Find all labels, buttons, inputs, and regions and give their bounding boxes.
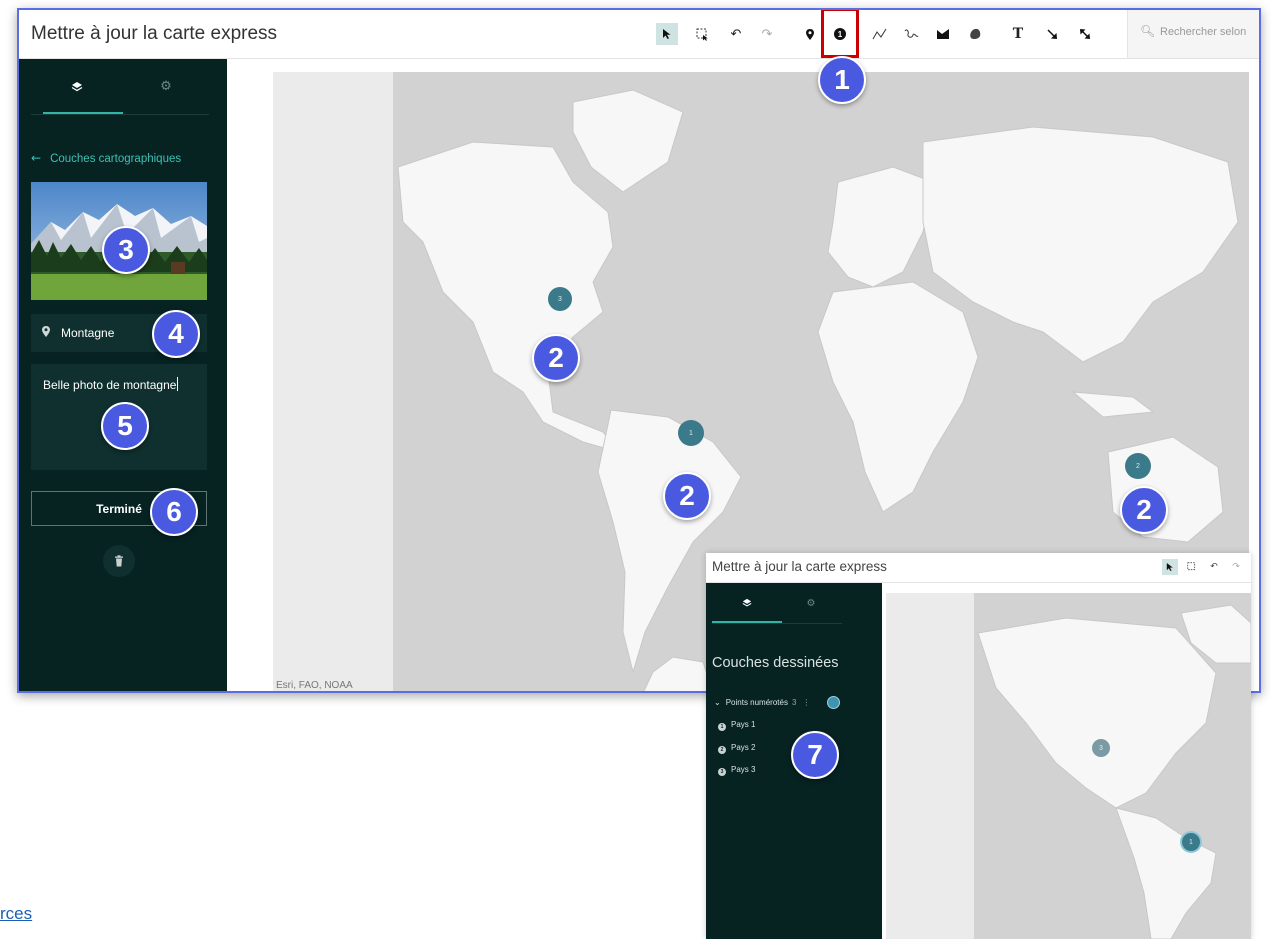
inset-tab-layers[interactable] (712, 583, 782, 623)
inset-screenshot: Mettre à jour la carte express ↶ ↷ ⚙ Cou… (706, 553, 1251, 939)
select-pointer-tool[interactable] (656, 23, 678, 45)
resources-link[interactable]: rces (0, 904, 32, 924)
callout-6: 6 (150, 488, 198, 536)
layers-icon (742, 598, 752, 607)
search-placeholder: Rechercher selon (1160, 26, 1247, 38)
redo-button[interactable]: ↷ (756, 23, 778, 45)
undo-icon: ↶ (1210, 562, 1218, 572)
chevron-down-icon: ⌄ (714, 698, 721, 707)
drawn-layers-heading: Couches dessinées (712, 655, 839, 671)
trash-icon (115, 555, 123, 567)
inset-map-area[interactable] (882, 583, 1251, 939)
redo-icon: ↷ (1232, 562, 1240, 572)
cluster-south-america[interactable]: 1 (678, 420, 704, 446)
gear-icon: ⚙ (806, 597, 816, 609)
layer-row-numbered-points[interactable]: ⌄ Points numérotés 3 ⋮ (714, 698, 810, 707)
numbered-point-icon: 2 (718, 746, 726, 754)
list-item[interactable]: 1 Pays 1 (718, 720, 755, 731)
layer-name: Points numérotés (725, 698, 788, 707)
callout-2: 2 (532, 334, 580, 382)
list-item-label: Pays 2 (731, 743, 756, 752)
pin-icon (806, 28, 814, 40)
line-icon (872, 28, 886, 40)
undo-button[interactable]: ↶ (725, 23, 747, 45)
redo-icon: ↷ (761, 26, 773, 42)
inset-select-box-tool[interactable] (1184, 559, 1200, 575)
inset-app-title: Mettre à jour la carte express (712, 559, 887, 574)
back-link-label: Couches cartographiques (50, 153, 182, 165)
more-options-icon[interactable]: ⋮ (802, 698, 810, 707)
point-name-value: Montagne (61, 326, 115, 340)
select-box-tool[interactable] (691, 23, 713, 45)
arrow-tool[interactable] (1041, 23, 1063, 45)
inset-top-bar: Mettre à jour la carte express ↶ ↷ (706, 553, 1251, 583)
gear-icon: ⚙ (160, 79, 172, 94)
tab-layers[interactable] (31, 59, 123, 114)
undo-icon: ↶ (730, 26, 742, 42)
box-select-icon (1187, 562, 1196, 571)
inset-tab-settings[interactable]: ⚙ (776, 583, 846, 623)
list-item[interactable]: 3 Pays 3 (718, 765, 755, 776)
back-arrow-icon: ← (31, 151, 42, 165)
layers-icon (71, 81, 83, 91)
pointer-icon (663, 29, 671, 39)
callout-3: 3 (102, 226, 150, 274)
double-arrow-icon (1080, 29, 1090, 39)
sidebar: ⚙ ← Couches cartographiques Montagne Bel… (19, 59, 227, 691)
double-arrow-tool[interactable] (1074, 23, 1096, 45)
search-field[interactable]: 🔍︎ Rechercher selon (1127, 10, 1259, 58)
inset-select-pointer-tool[interactable] (1162, 559, 1178, 575)
callout-5: 5 (101, 402, 149, 450)
top-bar: Mettre à jour la carte express ↶ ↷ 1 T 🔍… (19, 10, 1259, 59)
list-item-label: Pays 1 (731, 720, 756, 729)
line-tool[interactable] (868, 23, 890, 45)
numbered-point-highlight (821, 10, 859, 58)
cluster-australia[interactable]: 2 (1125, 453, 1151, 479)
freehand-area-tool[interactable] (964, 23, 986, 45)
polygon-icon (937, 29, 949, 39)
inset-redo-button[interactable]: ↷ (1228, 559, 1244, 575)
text-caret (177, 377, 179, 391)
inset-cluster-north-america[interactable]: 3 (1092, 739, 1110, 757)
pointer-icon (1166, 563, 1173, 571)
numbered-point-icon: 1 (718, 723, 726, 731)
list-item-label: Pays 3 (731, 765, 756, 774)
freehand-line-tool[interactable] (900, 23, 922, 45)
inset-map-drawing (886, 593, 1251, 939)
callout-4: 4 (152, 310, 200, 358)
inset-map[interactable] (886, 593, 1251, 939)
back-link[interactable]: ← Couches cartographiques (31, 151, 181, 165)
tab-divider (31, 114, 209, 115)
callout-2: 2 (663, 472, 711, 520)
map-attribution: Esri, FAO, NOAA (276, 680, 353, 691)
layer-color-swatch[interactable] (827, 696, 840, 709)
inset-tab-divider (712, 623, 842, 624)
pin-icon (42, 326, 50, 337)
list-item[interactable]: 2 Pays 2 (718, 743, 755, 754)
delete-button[interactable] (103, 545, 135, 577)
text-icon: T (1012, 26, 1024, 42)
inset-cluster-south-america[interactable]: 1 (1180, 831, 1202, 853)
text-tool[interactable]: T (1007, 23, 1029, 45)
description-value: Belle photo de montagne (43, 378, 177, 392)
freehand-area-icon (970, 28, 981, 40)
tab-settings[interactable]: ⚙ (123, 59, 209, 114)
freehand-icon (904, 29, 918, 38)
arrow-icon (1047, 29, 1057, 39)
callout-1: 1 (818, 56, 866, 104)
callout-2: 2 (1120, 486, 1168, 534)
cluster-north-america[interactable]: 3 (548, 287, 572, 311)
box-select-icon (696, 28, 708, 41)
numbered-point-icon: 3 (718, 768, 726, 776)
search-icon: 🔍︎ (1140, 24, 1156, 38)
layer-count: 3 (791, 698, 797, 707)
inset-undo-button[interactable]: ↶ (1206, 559, 1222, 575)
callout-7: 7 (791, 731, 839, 779)
point-tool[interactable] (799, 23, 821, 45)
area-tool[interactable] (932, 23, 954, 45)
app-title: Mettre à jour la carte express (31, 23, 278, 44)
